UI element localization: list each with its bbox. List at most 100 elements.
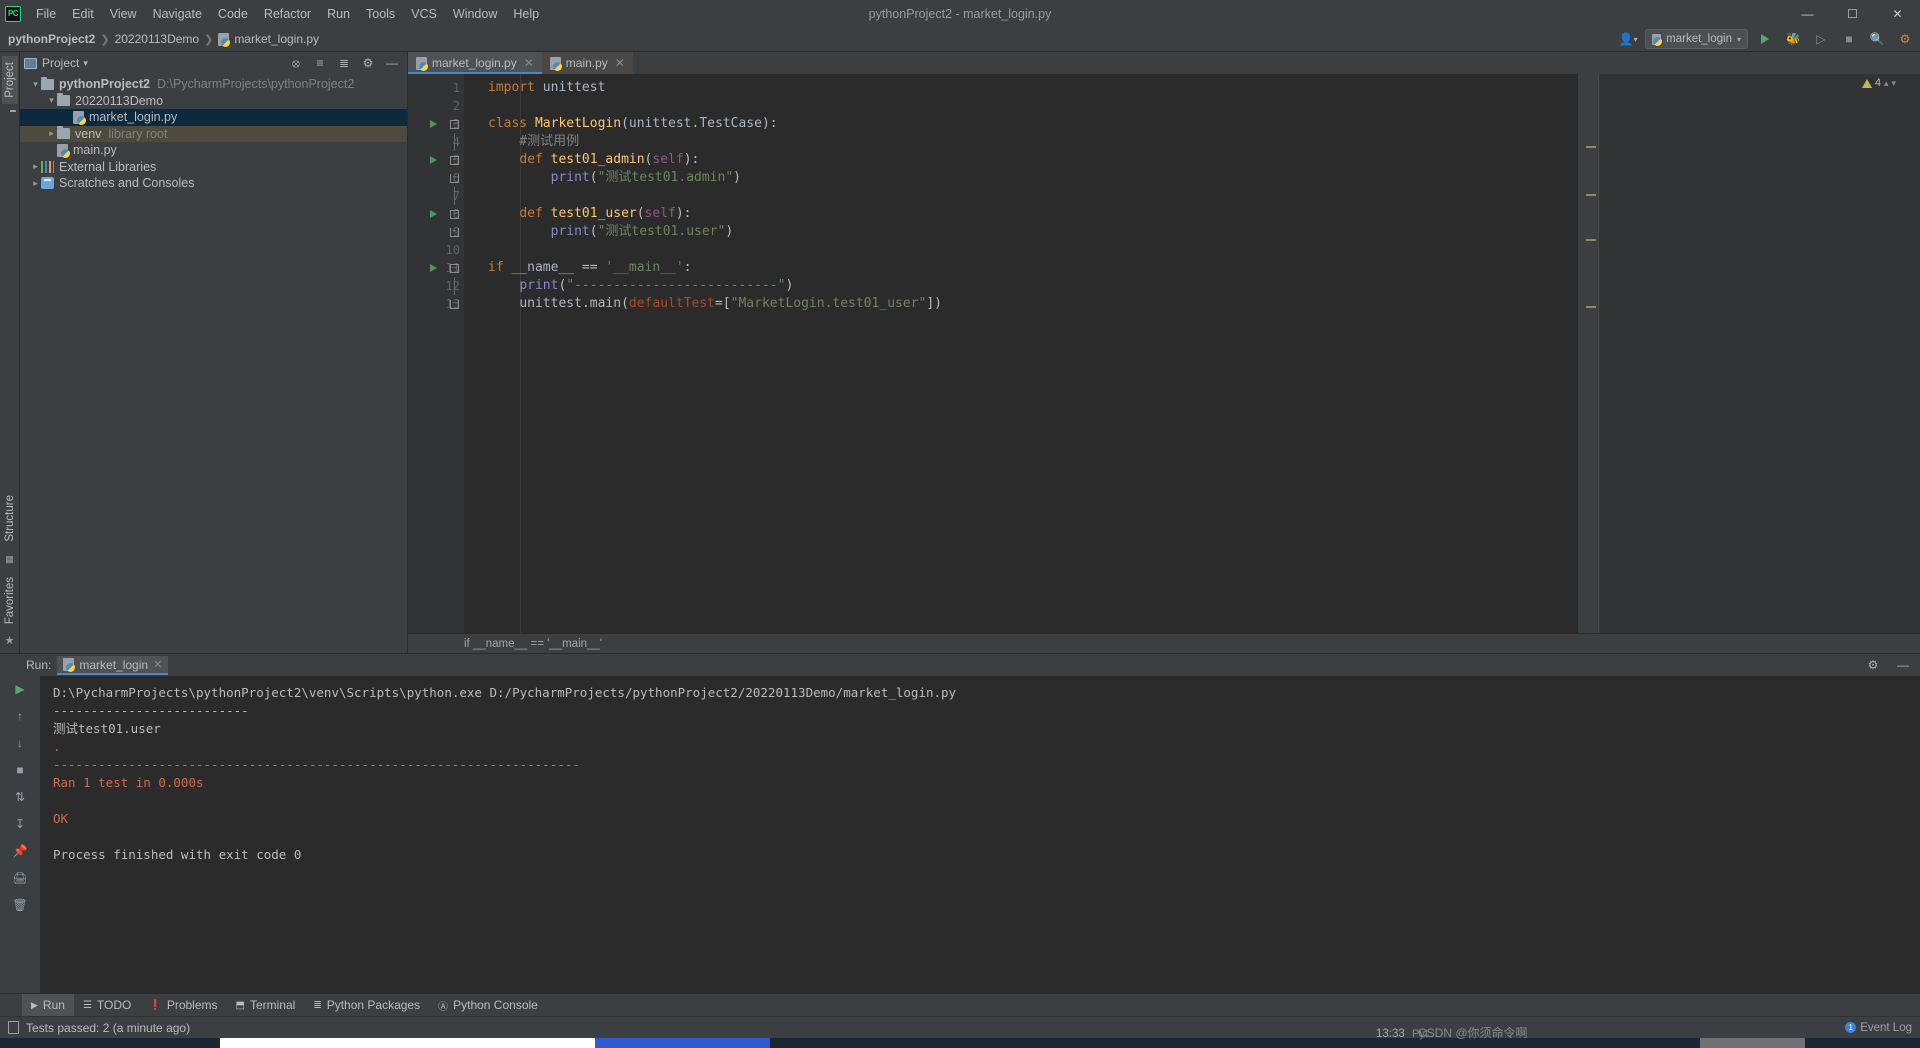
scroll-up-icon[interactable]: ↑ — [11, 707, 29, 725]
menu-vcs[interactable]: VCS — [403, 3, 445, 25]
gutter-line-7[interactable]: 7 — [408, 187, 464, 205]
gutter-line-10[interactable]: 10 — [408, 241, 464, 259]
fold-end-icon[interactable]: − — [450, 227, 459, 237]
breadcrumb-folder[interactable]: 20220113Demo — [115, 32, 200, 46]
select-opened-file-icon[interactable]: ⦻ — [285, 53, 307, 73]
hide-panel-icon[interactable]: — — [381, 53, 403, 73]
tree-node-main-py[interactable]: main.py — [20, 142, 407, 159]
chevron-down-icon[interactable]: ▾ — [30, 79, 41, 90]
gutter-line-6[interactable]: 6− — [408, 169, 464, 187]
menu-code[interactable]: Code — [210, 3, 256, 25]
scroll-down-icon[interactable]: ↓ — [11, 734, 29, 752]
fold-end-icon[interactable]: − — [450, 299, 459, 309]
code-line-10[interactable] — [464, 241, 1578, 259]
editor-right-rail[interactable] — [1578, 74, 1598, 633]
tree-node-pythonproject2[interactable]: ▾ pythonProject2 D:\PycharmProjects\python… — [20, 76, 407, 93]
code-line-13[interactable]: unittest.main(defaultTest=["MarketLogin.… — [464, 295, 1578, 313]
code-line-1[interactable]: import unittest — [464, 79, 1578, 97]
search-everywhere-icon[interactable]: 🔍 — [1866, 29, 1888, 49]
close-button[interactable]: ✕ — [1875, 0, 1920, 27]
gutter-line-1[interactable]: 1 — [408, 79, 464, 97]
chevron-down-icon[interactable]: ▾ — [1891, 78, 1896, 89]
minimize-button[interactable]: — — [1785, 0, 1830, 27]
menu-view[interactable]: View — [102, 3, 145, 25]
tool-button-python-packages[interactable]: ≣ Python Packages — [304, 994, 429, 1016]
menu-file[interactable]: File — [28, 3, 64, 25]
inspection-status-badge[interactable]: 4 ▴ ▾ — [1861, 77, 1896, 89]
menu-edit[interactable]: Edit — [64, 3, 102, 25]
gutter-line-8[interactable]: 8− — [408, 205, 464, 223]
run-settings-icon[interactable]: ⚙ — [1862, 655, 1884, 675]
run-tab-market-login[interactable]: market_login ✕ — [57, 655, 169, 675]
stop-icon[interactable]: ■ — [11, 761, 29, 779]
run-gutter-icon[interactable] — [430, 264, 437, 272]
close-tab-icon[interactable]: ✕ — [615, 56, 625, 70]
maximize-button[interactable]: ☐ — [1830, 0, 1875, 27]
chevron-right-icon[interactable]: ▸ — [30, 178, 41, 189]
event-log-badge[interactable]: 1 Event Log — [1845, 1022, 1912, 1034]
editor-tab-main[interactable]: main.py ✕ — [541, 52, 633, 74]
run-console-output[interactable]: D:\PycharmProjects\pythonProject2\venv\S… — [40, 676, 1920, 993]
run-configuration-selector[interactable]: market_login ▾ — [1645, 29, 1748, 49]
tree-node-scratches-and-consoles[interactable]: ▸ Scratches and Consoles — [20, 175, 407, 192]
tool-button-terminal[interactable]: ⬒ Terminal — [227, 994, 305, 1016]
code-line-2[interactable] — [464, 97, 1578, 115]
hide-run-panel-icon[interactable]: — — [1892, 655, 1914, 675]
code-line-4[interactable]: #测试用例 — [464, 133, 1578, 151]
code-line-9[interactable]: print("测试test01.user") — [464, 223, 1578, 241]
tree-node-20220113demo[interactable]: ▾ 20220113Demo — [20, 93, 407, 110]
fold-collapse-icon[interactable]: − — [450, 155, 459, 165]
close-tab-icon[interactable]: ✕ — [524, 56, 534, 70]
run-button[interactable] — [1754, 29, 1776, 49]
stop-button[interactable]: ■ — [1838, 29, 1860, 49]
chevron-up-icon[interactable]: ▴ — [1884, 78, 1889, 89]
menu-run[interactable]: Run — [319, 3, 358, 25]
chevron-down-icon[interactable]: ▾ — [46, 95, 57, 106]
chevron-right-icon[interactable]: ▸ — [30, 161, 41, 172]
code-line-8[interactable]: def test01_user(self): — [464, 205, 1578, 223]
code-line-3[interactable]: class MarketLogin(unittest.TestCase): — [464, 115, 1578, 133]
gutter-line-3[interactable]: 3− — [408, 115, 464, 133]
run-with-coverage-button[interactable]: ▷ — [1810, 29, 1832, 49]
wrap-text-icon[interactable]: ⇅ — [11, 788, 29, 806]
fold-collapse-icon[interactable]: − — [450, 119, 459, 129]
gutter-line-12[interactable]: 12 — [408, 277, 464, 295]
tree-node-venv[interactable]: ▸ venv library root — [20, 125, 407, 142]
structure-strip-icon[interactable]: ▦ — [5, 554, 14, 565]
chevron-down-icon[interactable]: ▾ — [83, 58, 88, 69]
gutter-line-11[interactable]: 11− — [408, 259, 464, 277]
debug-button[interactable]: 🐝 — [1782, 29, 1804, 49]
menu-help[interactable]: Help — [505, 3, 547, 25]
user-avatar-icon[interactable]: 👤 ▾ — [1617, 29, 1639, 49]
close-run-tab-icon[interactable]: ✕ — [153, 658, 162, 671]
fold-end-icon[interactable]: − — [450, 173, 459, 183]
breadcrumb-project[interactable]: pythonProject2 — [8, 32, 95, 46]
fold-collapse-icon[interactable]: − — [450, 209, 459, 219]
editor-gutter[interactable]: 1 2 3−4 5−6−7 8−9−10 11−12 13− — [408, 74, 478, 633]
settings-icon[interactable]: ⚙ — [1894, 29, 1916, 49]
expand-all-icon[interactable]: ≣ — [333, 53, 355, 73]
star-icon[interactable]: ★ — [5, 634, 15, 647]
run-gutter-icon[interactable] — [430, 156, 437, 164]
gutter-line-5[interactable]: 5− — [408, 151, 464, 169]
menu-navigate[interactable]: Navigate — [145, 3, 210, 25]
tool-button-problems[interactable]: ❗ Problems — [140, 994, 226, 1016]
rerun-icon[interactable]: ▶ — [11, 680, 29, 698]
menu-window[interactable]: Window — [445, 3, 505, 25]
run-gutter-icon[interactable] — [430, 120, 437, 128]
tool-button-todo[interactable]: ☰ TODO — [74, 994, 140, 1016]
editor-tab-market-login[interactable]: market_login.py ✕ — [408, 52, 542, 74]
code-line-7[interactable] — [464, 187, 1578, 205]
gutter-line-9[interactable]: 9− — [408, 223, 464, 241]
pin-icon[interactable]: 📌 — [11, 842, 29, 860]
gutter-line-4[interactable]: 4 — [408, 133, 464, 151]
run-gutter-icon[interactable] — [430, 210, 437, 218]
menu-tools[interactable]: Tools — [358, 3, 403, 25]
tree-node-market-login-py[interactable]: market_login.py — [20, 109, 407, 126]
code-editor[interactable]: import unittest class MarketLogin(unitte… — [464, 74, 1578, 633]
tool-button-run[interactable]: ▶ Run — [22, 994, 74, 1016]
collapse-all-icon[interactable]: ≡ — [309, 53, 331, 73]
breadcrumb-file[interactable]: market_login.py — [234, 32, 319, 46]
chevron-right-icon[interactable]: ▸ — [46, 128, 57, 139]
tool-button-python-console[interactable]: Ⓐ Python Console — [429, 994, 547, 1016]
